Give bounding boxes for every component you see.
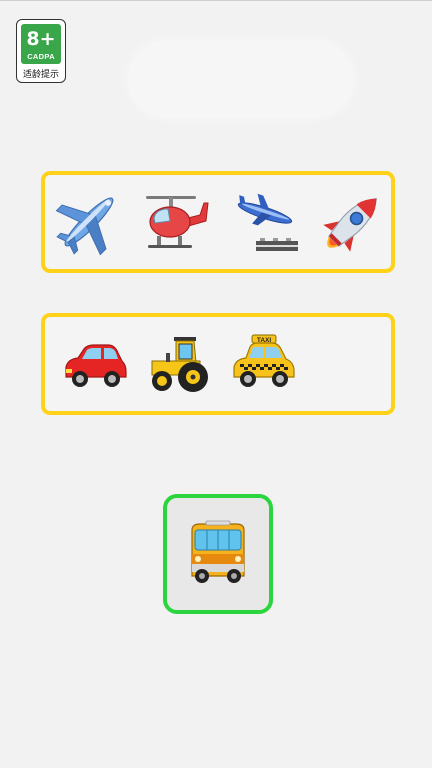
current-item-card[interactable] (163, 494, 273, 614)
tile-airplane[interactable] (51, 183, 127, 261)
category-row-ground[interactable]: TAXI (41, 313, 395, 415)
age-rating-number: 8+ (26, 28, 56, 50)
top-border (0, 0, 432, 1)
age-rating-badge: 8+ CADPA 适龄提示 (16, 19, 66, 83)
taxi-icon: TAXI (233, 334, 295, 387)
age-rating-hint: 适龄提示 (22, 70, 59, 80)
airplane-landing-icon (237, 193, 298, 251)
helicopter-icon (146, 196, 209, 248)
tile-tractor[interactable] (141, 325, 217, 403)
tile-rocket[interactable] (315, 183, 391, 261)
age-rating-box: 8+ CADPA (21, 24, 61, 64)
tile-taxi[interactable]: TAXI (225, 325, 301, 403)
rocket-icon (323, 198, 377, 252)
tile-car[interactable] (57, 325, 133, 403)
age-rating-org: CADPA (27, 52, 55, 61)
top-pill-placeholder (131, 43, 351, 115)
tile-airplane-arriving[interactable] (227, 183, 303, 261)
tile-helicopter[interactable] (139, 183, 215, 261)
airplane-icon (55, 197, 114, 256)
tractor-icon (151, 337, 208, 392)
red-car-icon (65, 344, 127, 387)
category-row-air[interactable] (41, 171, 395, 273)
bus-icon (191, 520, 245, 583)
